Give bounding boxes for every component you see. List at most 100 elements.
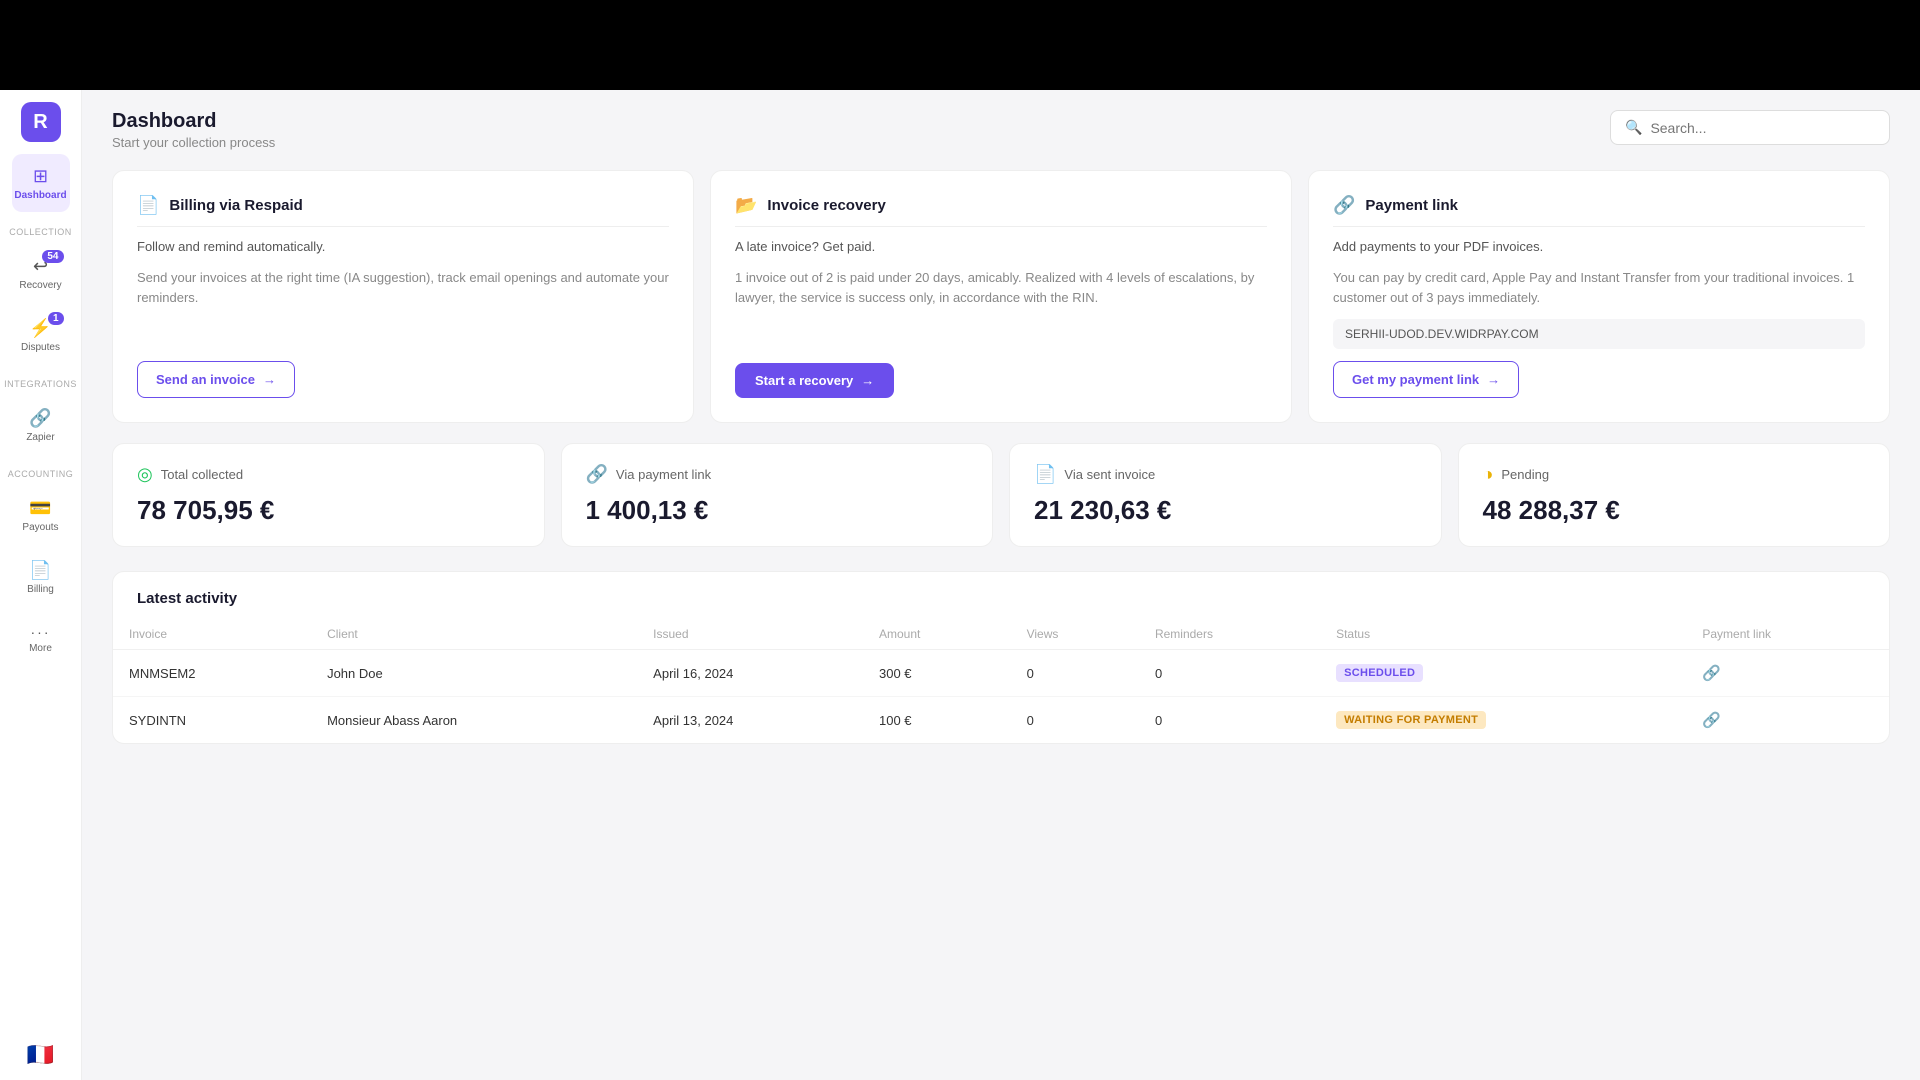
send-invoice-label: Send an invoice	[156, 372, 255, 387]
recovery-badge: 54	[42, 250, 63, 263]
activity-table-head: Invoice Client Issued Amount Views Remin…	[113, 619, 1889, 650]
activity-table: Invoice Client Issued Amount Views Remin…	[113, 619, 1889, 743]
table-row: SYDINTN Monsieur Abass Aaron April 13, 2…	[113, 697, 1889, 744]
recovery-card-icon: 📂	[735, 195, 757, 216]
page-title: Dashboard	[112, 110, 275, 133]
recovery-card-description: A late invoice? Get paid.	[735, 239, 1267, 254]
sidebar: R ⊞ Dashboard COLLECTION ↩ Recovery 54 ⚡…	[0, 90, 82, 1080]
col-payment-link: Payment link	[1686, 619, 1889, 650]
payment-card: 🔗 Payment link Add payments to your PDF …	[1308, 170, 1890, 423]
sidebar-item-label: More	[29, 643, 52, 654]
activity-section: Latest activity Invoice Client Issued Am…	[112, 571, 1890, 744]
sidebar-item-label: Recovery	[19, 280, 61, 291]
payment-card-icon: 🔗	[1333, 195, 1355, 216]
payment-link-icon[interactable]: 🔗	[1702, 665, 1721, 682]
stats-row: ◎ Total collected 78 705,95 € 🔗 Via paym…	[112, 443, 1890, 547]
total-icon: ◎	[137, 464, 153, 485]
get-payment-link-button[interactable]: Get my payment link →	[1333, 361, 1519, 398]
start-recovery-button[interactable]: Start a recovery →	[735, 363, 894, 398]
get-payment-link-label: Get my payment link	[1352, 372, 1479, 387]
stat-payment-link-value: 1 400,13 €	[586, 495, 969, 526]
amount: 300 €	[863, 650, 1011, 697]
col-status: Status	[1320, 619, 1686, 650]
sidebar-item-disputes[interactable]: ⚡ Disputes 1	[12, 306, 70, 364]
payment-link-cell: 🔗	[1686, 697, 1889, 744]
sidebar-item-label: Billing	[27, 584, 54, 595]
payment-link-icon[interactable]: 🔗	[1702, 712, 1721, 729]
billing-card-body: Send your invoices at the right time (IA…	[137, 268, 669, 307]
issued-date: April 13, 2024	[637, 697, 863, 744]
payment-card-description: Add payments to your PDF invoices.	[1333, 239, 1865, 254]
client-name: John Doe	[311, 650, 637, 697]
integrations-section-label: INTEGRATIONS	[4, 379, 77, 389]
status-badge: WAITING FOR PAYMENT	[1336, 711, 1486, 729]
billing-card-icon: 📄	[137, 195, 159, 216]
col-issued: Issued	[637, 619, 863, 650]
billing-card-description: Follow and remind automatically.	[137, 239, 669, 254]
payment-link-stat-icon: 🔗	[586, 464, 608, 485]
sidebar-item-label: Disputes	[21, 342, 60, 353]
sidebar-item-dashboard[interactable]: ⊞ Dashboard	[12, 154, 70, 212]
activity-table-body: MNMSEM2 John Doe April 16, 2024 300 € 0 …	[113, 650, 1889, 744]
col-views: Views	[1011, 619, 1139, 650]
payment-card-body: You can pay by credit card, Apple Pay an…	[1333, 268, 1865, 307]
start-recovery-label: Start a recovery	[755, 373, 853, 388]
col-client: Client	[311, 619, 637, 650]
stat-sent-invoice-value: 21 230,63 €	[1034, 495, 1417, 526]
sidebar-item-recovery[interactable]: ↩ Recovery 54	[12, 244, 70, 302]
sidebar-item-billing[interactable]: 📄 Billing	[12, 548, 70, 606]
activity-title: Latest activity	[113, 572, 1889, 619]
accounting-section-label: ACCOUNTING	[8, 469, 74, 479]
search-icon: 🔍	[1625, 119, 1642, 136]
sidebar-item-zapier[interactable]: 🔗 Zapier	[12, 396, 70, 454]
arrow-right-icon: →	[263, 372, 276, 387]
sidebar-item-more[interactable]: ··· More	[12, 610, 70, 668]
stat-total: ◎ Total collected 78 705,95 €	[112, 443, 545, 547]
billing-icon: 📄	[29, 560, 51, 581]
sidebar-item-label: Payouts	[22, 522, 58, 533]
page-header: Dashboard Start your collection process …	[112, 110, 1890, 150]
disputes-badge: 1	[48, 312, 64, 325]
stat-total-header: ◎ Total collected	[137, 464, 520, 485]
recovery-card-title: Invoice recovery	[767, 197, 885, 214]
invoice-id: MNMSEM2	[113, 650, 311, 697]
recovery-card: 📂 Invoice recovery A late invoice? Get p…	[710, 170, 1292, 423]
search-bar[interactable]: 🔍	[1610, 110, 1890, 145]
payment-card-header: 🔗 Payment link	[1333, 195, 1865, 227]
language-flag[interactable]: 🇫🇷	[27, 1042, 54, 1068]
status-badge: SCHEDULED	[1336, 664, 1423, 682]
sidebar-item-label: Dashboard	[14, 190, 66, 201]
recovery-card-header: 📂 Invoice recovery	[735, 195, 1267, 227]
payment-domain: SERHII-UDOD.DEV.WIDRPAY.COM	[1333, 319, 1865, 349]
stat-pending: ◑ Pending 48 288,37 €	[1458, 443, 1891, 547]
col-invoice: Invoice	[113, 619, 311, 650]
app-logo[interactable]: R	[21, 102, 61, 142]
billing-card-title: Billing via Respaid	[169, 197, 302, 214]
send-invoice-button[interactable]: Send an invoice →	[137, 361, 295, 398]
page-title-block: Dashboard Start your collection process	[112, 110, 275, 150]
recovery-card-body: 1 invoice out of 2 is paid under 20 days…	[735, 268, 1267, 307]
page-subtitle: Start your collection process	[112, 135, 275, 150]
sent-invoice-stat-icon: 📄	[1034, 464, 1056, 485]
sidebar-item-payouts[interactable]: 💳 Payouts	[12, 486, 70, 544]
stat-sent-invoice-label: Via sent invoice	[1064, 467, 1155, 482]
arrow-right-icon: →	[1487, 372, 1500, 387]
payment-card-title: Payment link	[1365, 197, 1458, 214]
arrow-right-icon: →	[861, 373, 874, 388]
col-reminders: Reminders	[1139, 619, 1320, 650]
pending-stat-icon: ◑	[1483, 464, 1494, 485]
more-icon: ···	[31, 624, 51, 640]
stat-pending-value: 48 288,37 €	[1483, 495, 1866, 526]
reminders: 0	[1139, 650, 1320, 697]
collection-section-label: COLLECTION	[9, 227, 72, 237]
issued-date: April 16, 2024	[637, 650, 863, 697]
stat-total-value: 78 705,95 €	[137, 495, 520, 526]
cards-row: 📄 Billing via Respaid Follow and remind …	[112, 170, 1890, 423]
stat-payment-link-header: 🔗 Via payment link	[586, 464, 969, 485]
search-input[interactable]	[1650, 120, 1875, 136]
zapier-icon: 🔗	[29, 408, 51, 429]
billing-card-header: 📄 Billing via Respaid	[137, 195, 669, 227]
stat-payment-link-label: Via payment link	[616, 467, 711, 482]
billing-card: 📄 Billing via Respaid Follow and remind …	[112, 170, 694, 423]
col-amount: Amount	[863, 619, 1011, 650]
